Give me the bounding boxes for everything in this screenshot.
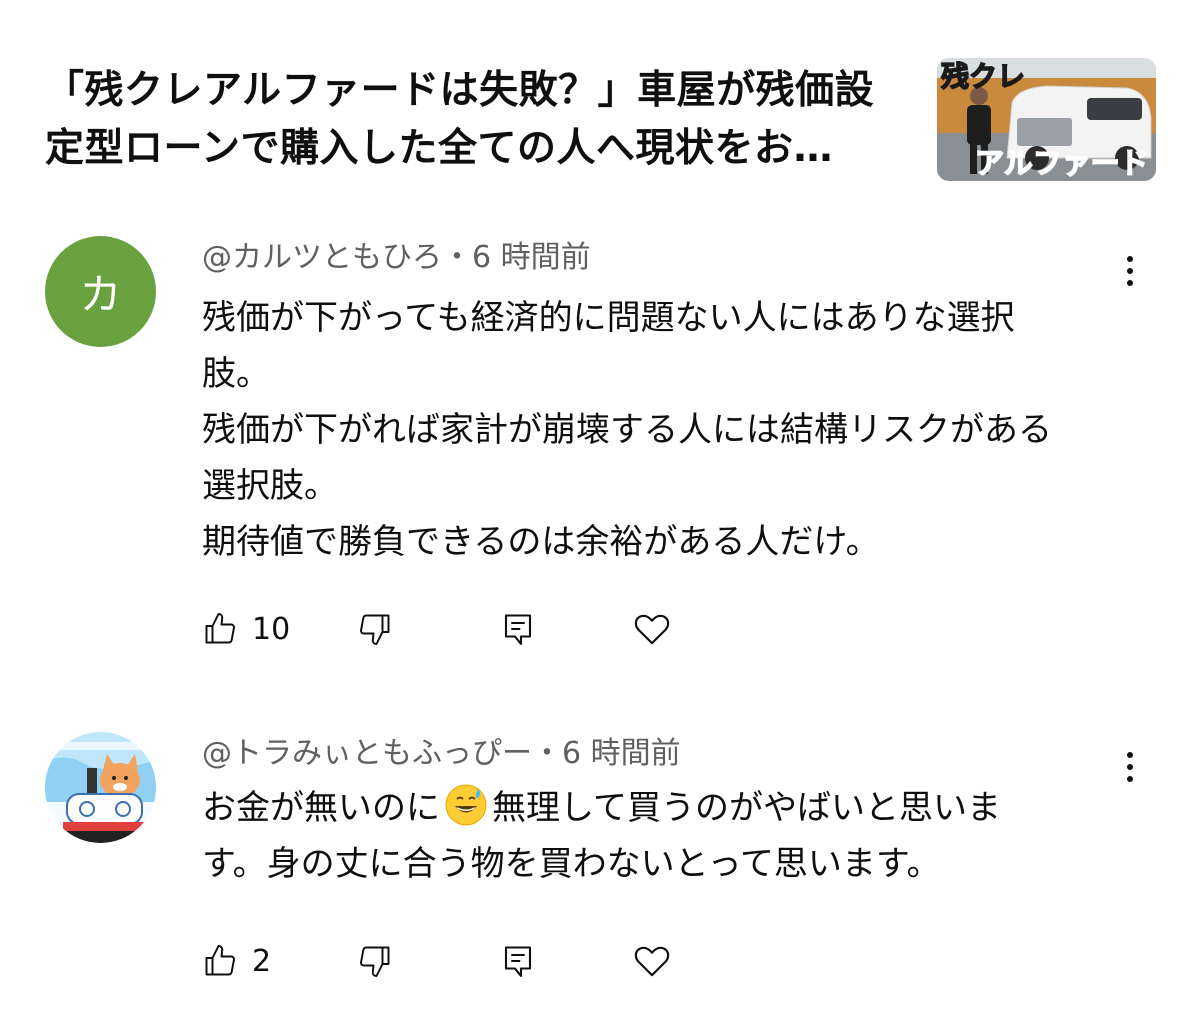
more-vert-icon: [1127, 752, 1133, 758]
dislike-button[interactable]: [357, 604, 393, 654]
video-title-line: 「残クレアルファードは失敗？」車屋が残価設: [45, 68, 875, 113]
video-thumbnail[interactable]: 残クレ アルファード: [937, 58, 1156, 181]
comment-line-segment: お金が無いのに: [202, 788, 440, 828]
avatar-letter: カ: [79, 270, 122, 319]
comment-line: 選択肢。: [202, 466, 338, 506]
avatar[interactable]: カ: [45, 236, 156, 347]
thumb-up-icon: [205, 613, 235, 644]
avatar[interactable]: [45, 732, 156, 843]
comment-line: 期待値で勝負できるのは余裕がある人だけ。: [202, 522, 880, 562]
thumbnail-image: 残クレ アルファード: [937, 58, 1156, 181]
thumbnail-text-bottom: アルファード: [975, 146, 1149, 180]
comment-line: 残価が下がれば家計が崩壊する人には結構リスクがある: [202, 410, 1052, 450]
video-title-line: 定型ローンで購入した全ての人へ現状をお…: [45, 126, 834, 171]
like-button[interactable]: 10: [202, 604, 290, 654]
heart-icon: [634, 614, 670, 645]
heart-button[interactable]: [632, 604, 672, 654]
comment-author-meta[interactable]: @カルツともひろ・6 時間前: [202, 240, 591, 276]
like-count: 10: [252, 611, 291, 647]
comment-line-segment: 無理して買うのがやばいと思いま: [492, 788, 1001, 828]
more-options-button[interactable]: [1112, 248, 1148, 294]
thumb-up-icon: [205, 945, 235, 976]
comment-line: 肢。: [202, 354, 270, 394]
comment-author-meta[interactable]: @トラみぃともふっぴー・6 時間前: [202, 736, 681, 772]
grinning-sweat-emoji-icon: [445, 784, 487, 826]
like-button[interactable]: 2: [202, 936, 271, 986]
thumb-down-icon: [360, 614, 390, 645]
comment-line: お金が無いのに 無理して買うのがやばいと思いま: [202, 780, 1132, 836]
like-count: 2: [252, 943, 272, 979]
reply-icon: [504, 946, 532, 978]
comment-text: お金が無いのに 無理して買うのがやばいと思いま す。身の丈に合う物を買わないとっ…: [202, 780, 1132, 892]
cat-avatar-image: [45, 732, 156, 843]
comment-line: 残価が下がっても経済的に問題ない人にはありな選択: [202, 298, 1015, 338]
reply-icon: [504, 614, 532, 646]
thumbnail-text-top: 残クレ: [941, 60, 1025, 93]
comment-item: @トラみぃともふっぴー・6 時間前 お金が無いのに 無理して買うのがやばいと思い…: [0, 724, 1200, 1023]
video-title[interactable]: 「残クレアルファードは失敗？」車屋が残価設 定型ローンで購入した全ての人へ現状を…: [45, 62, 895, 178]
comment-line: す。身の丈に合う物を買わないとって思います。: [202, 844, 941, 884]
heart-icon: [634, 946, 670, 977]
reply-button[interactable]: [500, 604, 536, 654]
more-vert-icon: [1127, 256, 1133, 262]
dislike-button[interactable]: [357, 936, 393, 986]
comment-actions: 10: [202, 604, 702, 654]
heart-button[interactable]: [632, 936, 672, 986]
comment-item: カ @カルツともひろ・6 時間前 残価が下がっても経済的に問題ない人にはありな選…: [0, 220, 1200, 680]
comment-actions: 2: [202, 936, 702, 986]
comment-text: 残価が下がっても経済的に問題ない人にはありな選択 肢。 残価が下がれば家計が崩壊…: [202, 290, 1132, 570]
reply-button[interactable]: [500, 936, 536, 986]
thumb-down-icon: [360, 946, 390, 977]
